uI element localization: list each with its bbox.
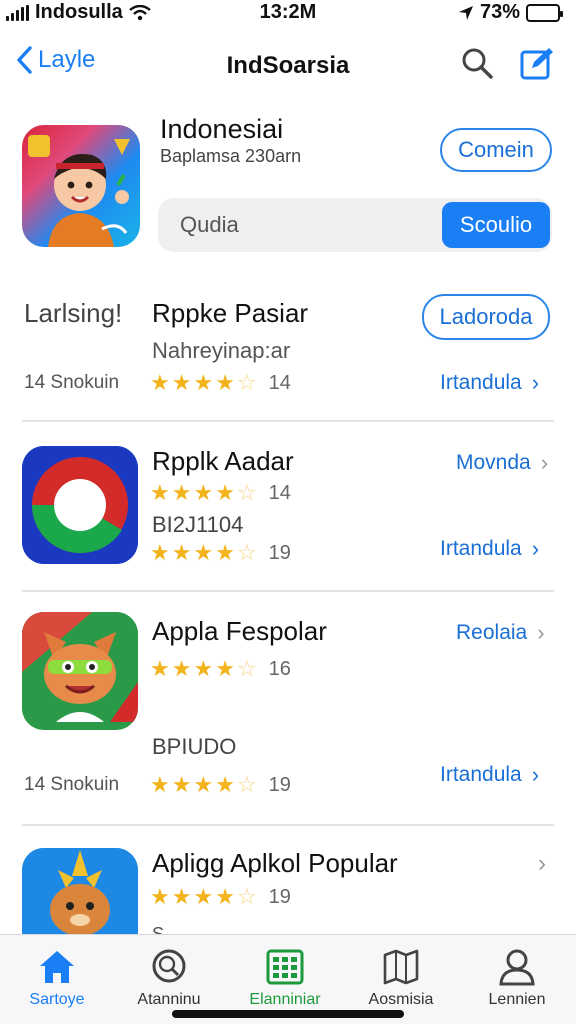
row3-rating-secondary: ★ ★ ★ ★ ☆ 19 xyxy=(150,772,291,797)
section-header: Larlsing! xyxy=(24,298,123,328)
map-icon xyxy=(346,947,456,987)
featured-app-subtitle: Baplamsa 230arn xyxy=(160,146,302,166)
row1-rating: ★ ★ ★ ★ ☆ 14 xyxy=(150,370,291,395)
divider xyxy=(22,824,554,826)
row4-app-icon[interactable] xyxy=(22,848,138,938)
home-icon xyxy=(2,947,112,987)
chevron-right-icon: › xyxy=(531,370,540,395)
row4-title[interactable]: Apligg Aplkol Popular xyxy=(152,848,398,879)
tab-home-label: Sartoye xyxy=(29,991,85,1008)
row2-link[interactable]: Irtandula › xyxy=(440,536,539,562)
search-placeholder: Qudia xyxy=(180,212,239,237)
row2-link-label: Irtandula xyxy=(440,537,522,560)
row1-link-label: Irtandula xyxy=(440,371,522,394)
tab-profile-label: Lennien xyxy=(488,991,546,1008)
divider xyxy=(22,420,554,422)
navigation-bar: Layle IndSoarsia xyxy=(0,38,576,94)
row3-app-icon[interactable] xyxy=(22,612,138,730)
grid-icon xyxy=(230,947,340,987)
row1-subtitle: Nahreyinap:ar xyxy=(152,338,291,363)
tab-bar: Sartoye Atanninu Elanniniar Aosmisia Len… xyxy=(0,934,576,1024)
battery-percent: 73% xyxy=(479,1,520,23)
row3-rating: ★ ★ ★ ★ ☆ 16 xyxy=(150,656,291,681)
row3-top-link[interactable]: Reolaia › xyxy=(456,620,545,646)
tab-home[interactable]: Sartoye xyxy=(2,947,112,1009)
row2-top-link-label: Movnda xyxy=(456,451,531,474)
row1-action-button[interactable]: Ladoroda xyxy=(422,294,550,340)
home-indicator xyxy=(172,1010,404,1018)
divider xyxy=(22,590,554,592)
status-bar: Indosulla 13:2M 73% xyxy=(0,0,576,26)
featured-app-icon[interactable] xyxy=(22,125,140,247)
circle-logo-icon xyxy=(22,446,138,564)
location-arrow-icon xyxy=(458,5,473,20)
nav-actions xyxy=(460,46,554,80)
row3-title[interactable]: Appla Fespolar xyxy=(152,616,327,647)
row2-rating: ★ ★ ★ ★ ☆ 14 xyxy=(150,480,291,505)
tab-grid-label: Elanniniar xyxy=(249,991,321,1008)
tab-profile[interactable]: Lennien xyxy=(462,947,572,1009)
row1-title[interactable]: Rppke Pasiar xyxy=(152,298,308,329)
compose-icon[interactable] xyxy=(520,46,554,80)
row2-title[interactable]: Rpplk Aadar xyxy=(152,446,294,477)
row3-code: BPIUDO xyxy=(152,734,237,759)
status-right: 73% xyxy=(458,1,563,24)
row2-top-link[interactable]: Movnda › xyxy=(456,450,548,476)
row3-meta: 14 Snokuin xyxy=(24,774,120,795)
search-icon xyxy=(114,947,224,987)
row1-link[interactable]: Irtandula › xyxy=(440,370,539,396)
row3-link-label: Irtandula xyxy=(440,763,522,786)
search-icon[interactable] xyxy=(460,46,494,80)
row3-rating-count: 16 xyxy=(268,658,291,680)
row3-top-link-label: Reolaia xyxy=(456,621,528,644)
row4-rating-count: 19 xyxy=(268,886,291,908)
chevron-right-icon: › xyxy=(531,536,540,561)
row1-rating-count: 14 xyxy=(268,372,291,394)
chevron-right-icon[interactable]: › xyxy=(538,850,546,878)
chevron-right-icon: › xyxy=(537,620,545,645)
row2-rating-secondary: ★ ★ ★ ★ ☆ 19 xyxy=(150,540,291,565)
tab-grid[interactable]: Elanniniar xyxy=(230,947,340,1009)
row1-meta: 14 Snokuin xyxy=(24,372,120,393)
row2-app-icon[interactable] xyxy=(22,446,138,564)
chevron-right-icon: › xyxy=(540,450,549,475)
tab-map-label: Aosmisia xyxy=(368,991,434,1008)
row2-code: BI2J1104 xyxy=(152,512,244,537)
tab-search-label: Atanninu xyxy=(137,991,201,1008)
battery-icon xyxy=(526,3,563,22)
row4-rating: ★ ★ ★ ★ ☆ 19 xyxy=(150,884,291,909)
person-icon xyxy=(462,947,572,987)
row2-rating2-count: 19 xyxy=(268,542,291,564)
tab-map[interactable]: Aosmisia xyxy=(346,947,456,1009)
chevron-right-icon: › xyxy=(531,762,540,787)
search-submit-button[interactable]: Scoulio xyxy=(442,202,550,248)
row3-rating2-count: 19 xyxy=(268,774,291,796)
tab-search[interactable]: Atanninu xyxy=(114,947,224,1009)
row2-rating-count: 14 xyxy=(268,482,291,504)
cartoon-character-icon xyxy=(28,135,130,247)
fox-character-icon xyxy=(22,612,138,722)
deer-character-icon xyxy=(22,848,138,938)
featured-app-name: Indonesiai xyxy=(160,114,284,144)
featured-action-button[interactable]: Comein xyxy=(440,128,552,172)
featured-search-bar[interactable]: Qudia Scoulio xyxy=(158,198,552,252)
row3-link[interactable]: Irtandula › xyxy=(440,762,539,788)
